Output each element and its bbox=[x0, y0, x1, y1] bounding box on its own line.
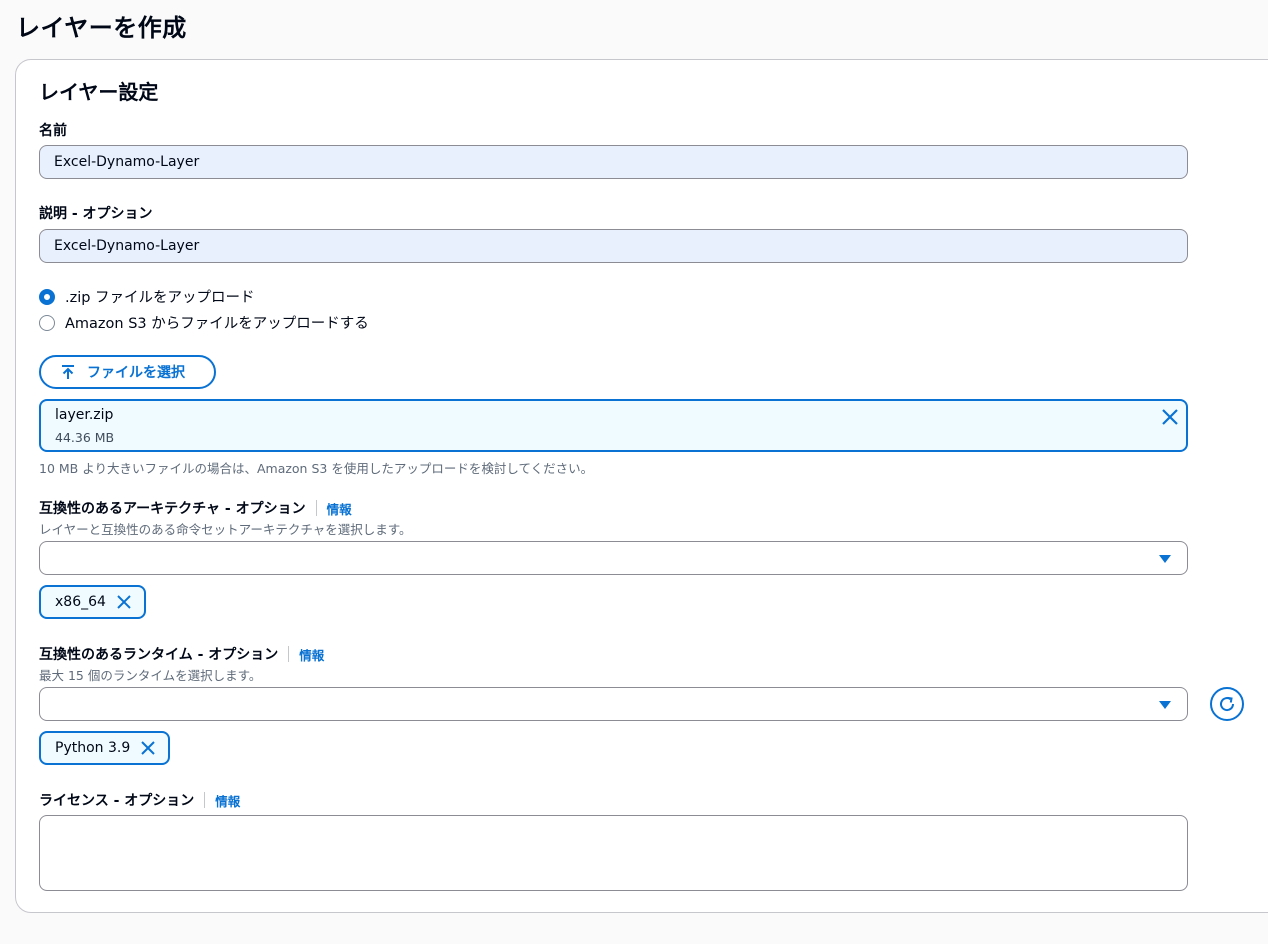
radio-zip-upload-control[interactable] bbox=[39, 288, 55, 305]
divider bbox=[204, 792, 206, 808]
divider bbox=[288, 646, 290, 662]
architectures-header: 互換性のあるアーキテクチャ - オプション 情報 bbox=[39, 498, 352, 518]
runtimes-label: 互換性のあるランタイム - オプション bbox=[39, 647, 279, 663]
radio-s3-upload-label: Amazon S3 からファイルをアップロードする bbox=[65, 316, 369, 332]
close-icon[interactable] bbox=[140, 740, 156, 756]
divider bbox=[315, 500, 317, 516]
file-size-hint: 10 MB より大きいファイルの場合は、Amazon S3 を使用したアップロー… bbox=[39, 461, 594, 476]
runtimes-info-link[interactable]: 情報 bbox=[299, 645, 324, 664]
selected-file-token: layer.zip 44.36 MB bbox=[39, 399, 1188, 452]
close-icon[interactable] bbox=[116, 594, 132, 610]
runtimes-header: 互換性のあるランタイム - オプション 情報 bbox=[39, 644, 324, 664]
runtimes-description: 最大 15 個のランタイムを選択します。 bbox=[39, 668, 262, 683]
radio-s3-upload-control[interactable] bbox=[39, 314, 55, 331]
architectures-info-link[interactable]: 情報 bbox=[327, 499, 352, 518]
description-label: 説明 - オプション bbox=[39, 206, 153, 222]
file-name: layer.zip bbox=[55, 407, 114, 423]
architectures-select[interactable] bbox=[39, 541, 1188, 575]
caret-down-icon bbox=[1159, 555, 1171, 563]
upload-icon bbox=[62, 365, 74, 379]
section-title: レイヤー設定 bbox=[39, 80, 159, 104]
choose-file-button[interactable]: ファイルを選択 bbox=[39, 355, 216, 389]
refresh-icon bbox=[1220, 696, 1235, 712]
license-textarea[interactable] bbox=[39, 815, 1188, 891]
architectures-description: レイヤーと互換性のある命令セットアーキテクチャを選択します。 bbox=[39, 522, 412, 537]
runtimes-select[interactable] bbox=[39, 687, 1188, 721]
license-info-link[interactable]: 情報 bbox=[215, 791, 240, 810]
refresh-button[interactable] bbox=[1210, 687, 1244, 721]
runtime-token-label: Python 3.9 bbox=[55, 740, 131, 756]
architecture-token-label: x86_64 bbox=[55, 594, 106, 610]
layer-settings-panel: レイヤー設定 名前 Excel-Dynamo-Layer 説明 - オプション … bbox=[15, 59, 1268, 913]
runtime-token: Python 3.9 bbox=[39, 731, 171, 765]
name-field[interactable]: Excel-Dynamo-Layer bbox=[39, 145, 1188, 179]
file-size: 44.36 MB bbox=[55, 430, 115, 445]
close-icon[interactable] bbox=[1161, 408, 1179, 426]
radio-s3-upload[interactable]: Amazon S3 からファイルをアップロードする bbox=[39, 312, 369, 333]
architecture-token: x86_64 bbox=[39, 585, 146, 619]
page-title: レイヤーを作成 bbox=[16, 14, 187, 42]
radio-zip-upload[interactable]: .zip ファイルをアップロード bbox=[39, 286, 255, 307]
architectures-label: 互換性のあるアーキテクチャ - オプション bbox=[39, 501, 306, 517]
name-label: 名前 bbox=[39, 123, 67, 139]
choose-file-label: ファイルを選択 bbox=[87, 365, 185, 381]
license-label: ライセンス - オプション bbox=[39, 793, 195, 809]
caret-down-icon bbox=[1159, 701, 1171, 709]
description-field[interactable]: Excel-Dynamo-Layer bbox=[39, 229, 1188, 263]
license-header: ライセンス - オプション 情報 bbox=[39, 790, 240, 810]
radio-zip-upload-label: .zip ファイルをアップロード bbox=[65, 290, 255, 306]
